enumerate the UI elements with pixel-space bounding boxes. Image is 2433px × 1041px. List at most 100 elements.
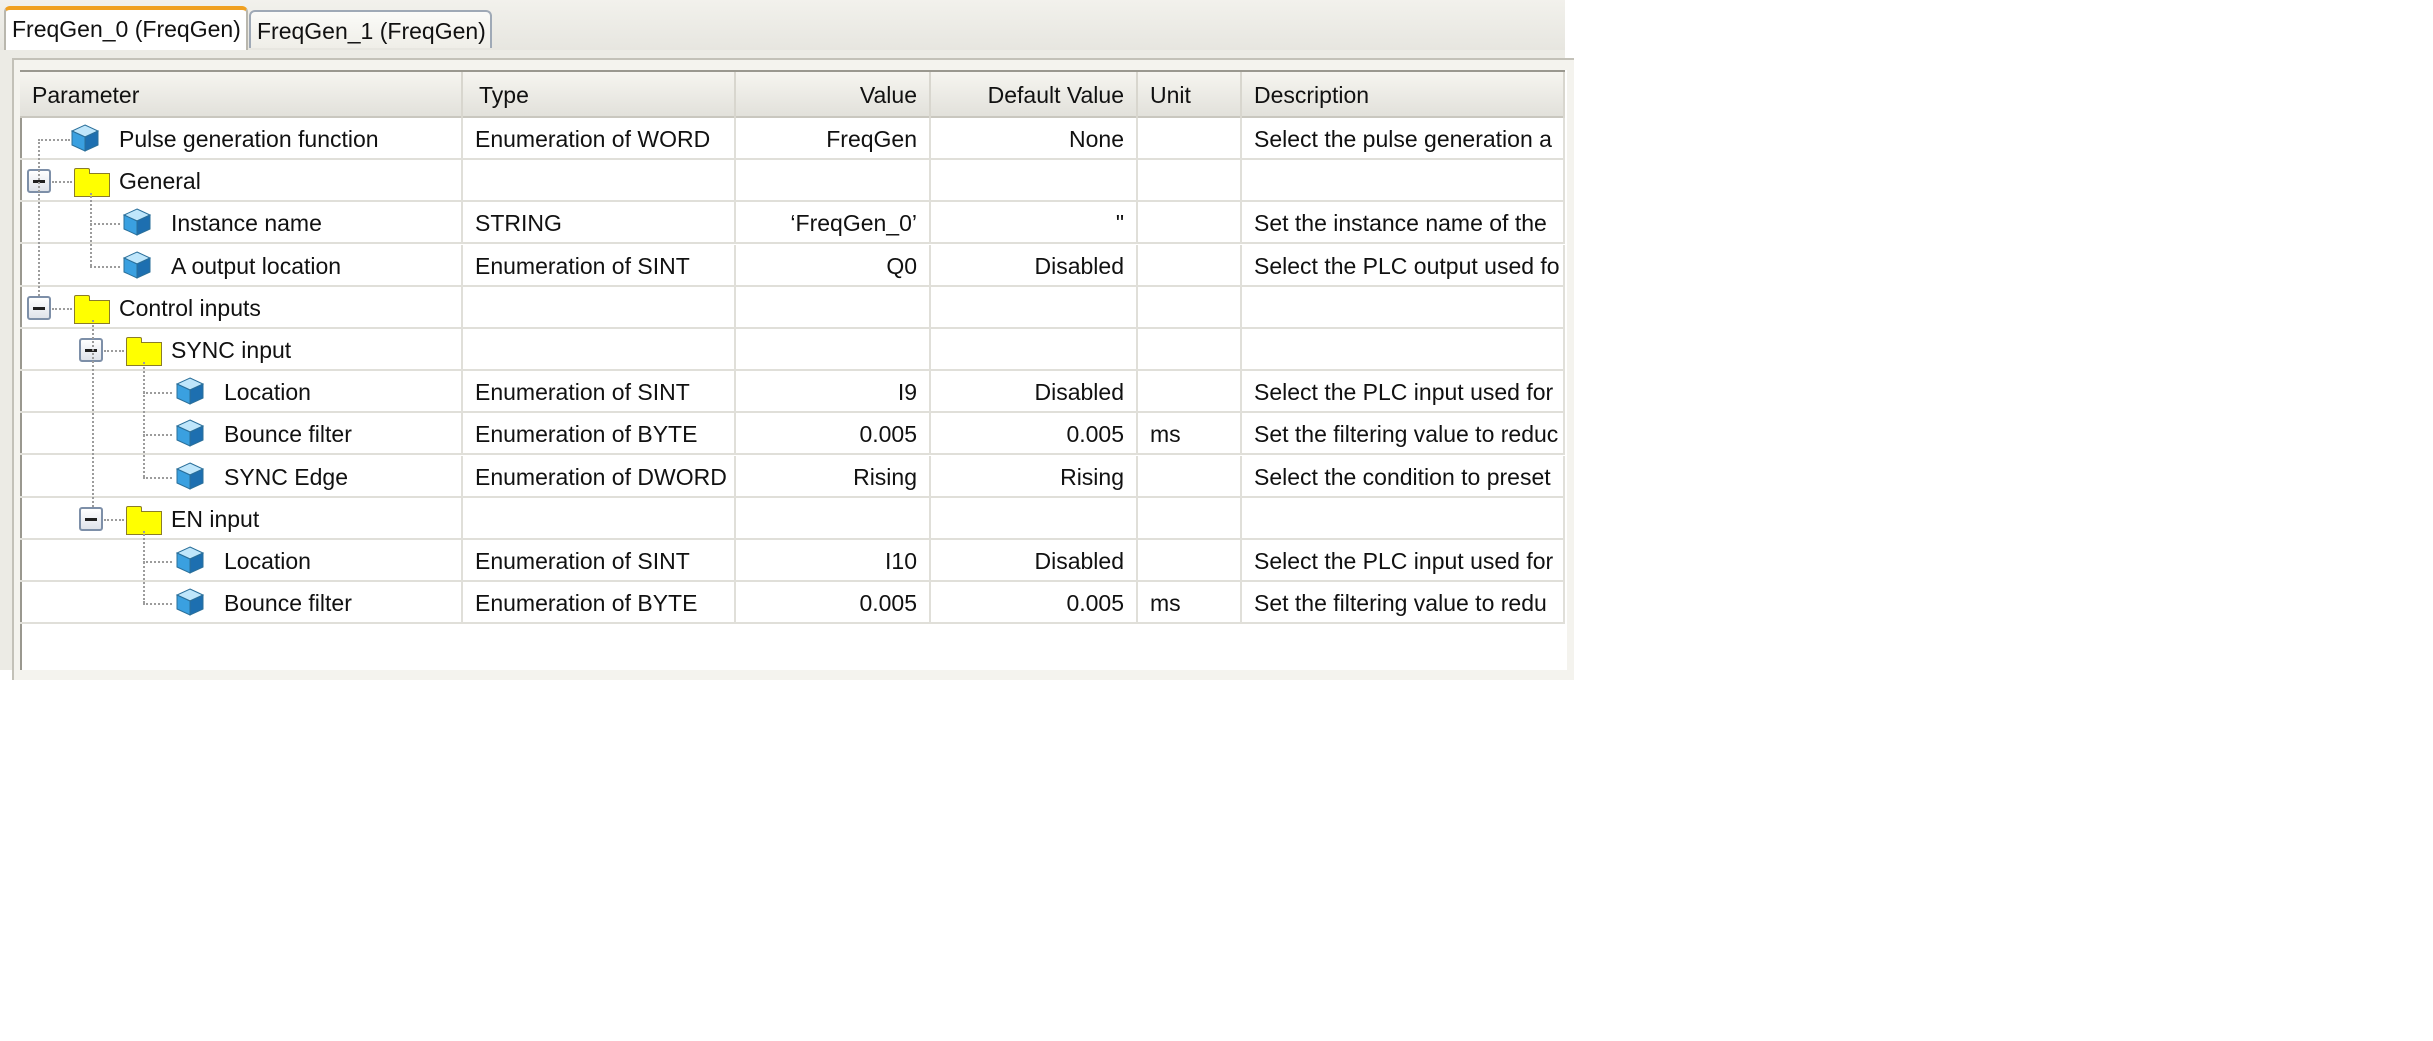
table-row[interactable]: Bounce filter Enumeration of BYTE 0.005 0.0… [20,582,1565,625]
cell-value[interactable]: FreqGen [736,118,931,160]
tree-connector [143,434,172,437]
collapse-icon[interactable] [27,295,51,320]
table-row[interactable]: Location Enumeration of SINT I9 Disabled Sel… [20,371,1565,414]
cell-type [463,286,736,329]
cell-description: Set the instance name of the [1242,202,1565,245]
cell-type: Enumeration of WORD [463,118,736,160]
cell-parameter[interactable]: SYNC Edge [20,455,463,498]
cell-parameter[interactable]: EN input [20,497,463,540]
cell-type: Enumeration of SINT [463,540,736,582]
table-row[interactable]: SYNC input [20,329,1565,371]
cell-unit: ms [1138,413,1242,456]
tree-connector [143,362,145,477]
tree-connector [52,307,72,310]
tab-strip: FreqGen_0 (FreqGen) FreqGen_1 (FreqGen) [0,0,1565,51]
tab-freqgen-1[interactable]: FreqGen_1 (FreqGen) [249,10,492,48]
tab-label: FreqGen_0 (FreqGen) [12,16,241,42]
table-row[interactable]: General [20,160,1565,203]
column-header-type[interactable]: Type [463,72,736,118]
tree-connector [104,350,124,352]
cell-parameter[interactable]: SYNC input [20,329,463,371]
cell-value[interactable]: Q0 [736,244,931,287]
table-row[interactable]: Instance name STRING ‘FreqGen_0’ " Set the i… [20,202,1565,245]
parameter-label: General [119,168,201,195]
cube-icon [175,418,205,448]
cell-parameter[interactable]: Location [20,540,463,582]
tab-freqgen-0[interactable]: FreqGen_0 (FreqGen) [4,6,248,50]
table-row[interactable]: Pulse generation function Enumeration of … [20,118,1565,160]
cell-unit: ms [1138,582,1242,625]
cell-type: Enumeration of BYTE [463,582,736,625]
cell-type [463,329,736,371]
cell-parameter[interactable]: Bounce filter [20,582,463,625]
parameter-label: SYNC Edge [224,463,349,490]
cell-description [1242,329,1565,371]
table-row[interactable]: Location Enumeration of SINT I10 Disabled Se… [20,540,1565,582]
cube-icon [175,461,205,491]
cell-default-value [931,160,1138,203]
cell-parameter[interactable]: Pulse generation function [20,118,463,160]
cell-value[interactable] [736,160,931,203]
table-row[interactable]: Control inputs [20,286,1565,329]
cell-value[interactable]: Rising [736,455,931,498]
cell-parameter[interactable]: Location [20,371,463,414]
column-header-default-value[interactable]: Default Value [931,72,1138,118]
cell-value[interactable]: ‘FreqGen_0’ [736,202,931,245]
tree-connector [92,319,94,507]
cell-value[interactable] [736,329,931,371]
tree-connector [143,476,172,479]
table-row[interactable]: EN input [20,497,1565,540]
collapse-icon[interactable] [79,506,103,531]
cube-icon [70,123,100,153]
cell-description: Set the filtering value to reduc [1242,413,1565,456]
column-header-value[interactable]: Value [736,72,931,118]
tree-connector [143,561,172,563]
tree-connector [38,139,40,296]
column-header-unit[interactable]: Unit [1138,72,1242,118]
cell-default-value: Rising [931,455,1138,498]
tree-connector [38,139,70,141]
cell-value[interactable]: I10 [736,540,931,582]
parameter-label: Control inputs [119,294,261,321]
table-row[interactable]: Bounce filter Enumeration of BYTE 0.005 0.0… [20,413,1565,456]
cell-value[interactable]: I9 [736,371,931,414]
parameter-label: Pulse generation function [119,126,379,152]
cell-parameter[interactable]: Instance name [20,202,463,245]
parameter-label: Instance name [171,210,322,237]
cell-value[interactable]: 0.005 [736,413,931,456]
cell-value[interactable]: 0.005 [736,582,931,625]
cell-value[interactable] [736,286,931,329]
column-header-description[interactable]: Description [1242,72,1565,118]
cell-parameter[interactable]: General [20,160,463,203]
cell-description: Select the pulse generation a [1242,118,1565,160]
cell-type: Enumeration of SINT [463,371,736,414]
cell-unit [1138,329,1242,371]
cell-unit [1138,540,1242,582]
cell-description: Set the filtering value to redu [1242,582,1565,625]
cell-type [463,160,736,203]
cell-parameter[interactable]: A output location [20,244,463,287]
parameter-label: A output location [171,252,342,279]
cell-default-value: 0.005 [931,582,1138,625]
cube-icon [122,207,152,237]
cell-unit [1138,244,1242,287]
cell-description: Select the condition to preset [1242,455,1565,498]
column-header-parameter[interactable]: Parameter [20,72,463,118]
tree-connector [90,265,120,268]
cell-unit [1138,286,1242,329]
table-row[interactable]: SYNC Edge Enumeration of DWORD Rising Risin… [20,455,1565,498]
cell-default-value [931,497,1138,540]
cell-description [1242,497,1565,540]
cell-unit [1138,118,1242,160]
cell-parameter[interactable]: Control inputs [20,286,463,329]
collapse-icon[interactable] [79,338,103,362]
folder-icon [74,168,110,198]
tree-connector [52,181,72,184]
cell-description [1242,160,1565,203]
grid-header: Parameter Type Value Default Value Unit … [20,70,1565,118]
cell-value[interactable] [736,497,931,540]
table-row[interactable]: A output location Enumeration of SINT Q0 Di… [20,244,1565,287]
cell-parameter[interactable]: Bounce filter [20,413,463,456]
cell-unit [1138,160,1242,203]
cell-unit [1138,202,1242,245]
